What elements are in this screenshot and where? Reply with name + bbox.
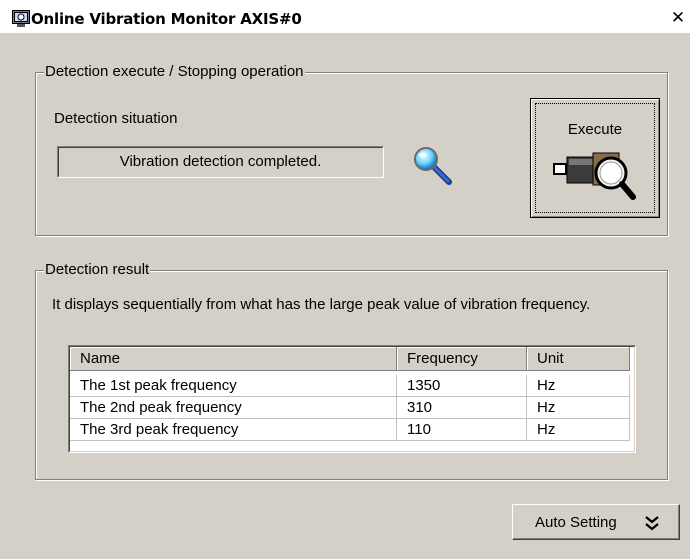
close-button[interactable]: ✕ xyxy=(669,9,687,27)
execute-button-label: Execute xyxy=(567,121,623,138)
table-row[interactable]: The 2nd peak frequency 310 Hz xyxy=(70,397,632,419)
detection-result-description: It displays sequentially from what has t… xyxy=(52,296,591,313)
detection-execute-legend: Detection execute / Stopping operation xyxy=(44,63,305,80)
cell-name: The 2nd peak frequency xyxy=(70,397,397,419)
auto-setting-button[interactable]: Auto Setting xyxy=(512,504,680,540)
table-row[interactable]: The 1st peak frequency 1350 Hz xyxy=(70,375,632,397)
double-chevron-down-icon xyxy=(645,516,659,531)
cell-frequency: 110 xyxy=(397,419,527,441)
camera-magnifier-icon xyxy=(553,152,636,200)
detection-status-text: Vibration detection completed. xyxy=(119,153,322,170)
detection-status-field: Vibration detection completed. xyxy=(57,146,384,178)
close-icon[interactable]: ✕ xyxy=(671,8,685,28)
cell-frequency: 1350 xyxy=(397,375,527,397)
cell-name: The 3rd peak frequency xyxy=(70,419,397,441)
cell-frequency: 310 xyxy=(397,397,527,419)
magnifier-icon xyxy=(414,147,452,185)
auto-setting-label: Auto Setting xyxy=(535,514,617,531)
table-row[interactable]: The 3rd peak frequency 110 Hz xyxy=(70,419,632,441)
cell-unit: Hz xyxy=(527,419,630,441)
execute-button[interactable]: Execute xyxy=(530,98,660,218)
cell-unit: Hz xyxy=(527,375,630,397)
monitor-app-icon xyxy=(12,10,30,27)
table-inner: Name Frequency Unit The 1st peak frequen… xyxy=(69,346,635,452)
cell-unit: Hz xyxy=(527,397,630,419)
window-title: Online Vibration Monitor AXIS#0 xyxy=(31,10,302,28)
column-header-frequency[interactable]: Frequency xyxy=(397,347,527,371)
detection-situation-label: Detection situation xyxy=(54,110,178,127)
title-bar: Online Vibration Monitor AXIS#0 ✕ xyxy=(0,0,690,33)
column-header-unit[interactable]: Unit xyxy=(527,347,630,371)
peak-frequency-table: Name Frequency Unit The 1st peak frequen… xyxy=(68,345,636,453)
detection-result-legend: Detection result xyxy=(44,261,151,278)
column-header-name[interactable]: Name xyxy=(70,347,397,371)
cell-name: The 1st peak frequency xyxy=(70,375,397,397)
